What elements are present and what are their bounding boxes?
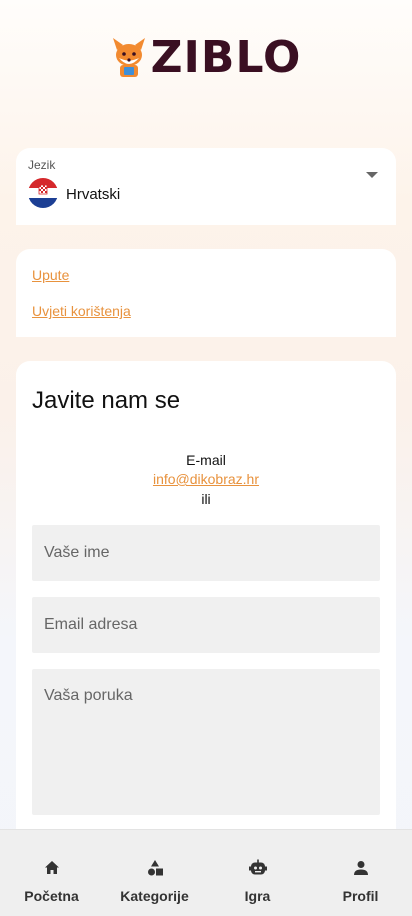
bottom-navigation: Početna Kategorije Igra Profil xyxy=(0,829,412,916)
language-value: Hrvatski xyxy=(66,186,121,203)
or-label: ili xyxy=(201,491,211,507)
fox-mascot-icon xyxy=(112,38,145,77)
nav-label-categories: Kategorije xyxy=(120,888,189,904)
home-icon xyxy=(44,861,59,874)
email-label: E-mail xyxy=(186,452,226,468)
brand-name: ZIBLO xyxy=(150,32,302,83)
name-input[interactable] xyxy=(32,525,380,581)
email-link[interactable]: info@dikobraz.hr xyxy=(16,471,396,487)
language-selector[interactable]: Jezik Hrvatski xyxy=(16,148,396,225)
nav-item-game[interactable]: Igra xyxy=(206,830,309,916)
nav-label-profile: Profil xyxy=(342,888,379,904)
nav-item-profile[interactable]: Profil xyxy=(309,830,412,916)
app-logo: ZIBLO xyxy=(0,34,412,82)
link-instructions[interactable]: Upute xyxy=(32,267,69,283)
contact-title: Javite nam se xyxy=(32,387,181,414)
nav-label-game: Igra xyxy=(244,888,271,904)
language-label: Jezik xyxy=(28,158,56,172)
contact-card: Javite nam se E-mail info@dikobraz.hr il… xyxy=(16,361,396,831)
robot-icon xyxy=(248,859,267,875)
shapes-icon xyxy=(147,860,163,876)
links-card: Upute Uvjeti korištenja xyxy=(16,249,396,337)
nav-item-home[interactable]: Početna xyxy=(0,830,103,916)
email-input[interactable] xyxy=(32,597,380,653)
link-terms-of-use[interactable]: Uvjeti korištenja xyxy=(32,303,131,319)
nav-item-categories[interactable]: Kategorije xyxy=(103,830,206,916)
message-textarea[interactable] xyxy=(32,669,380,815)
nav-label-home: Početna xyxy=(24,888,79,904)
croatia-flag-icon xyxy=(28,178,58,208)
chevron-down-icon[interactable] xyxy=(366,172,378,178)
person-icon xyxy=(353,861,368,875)
